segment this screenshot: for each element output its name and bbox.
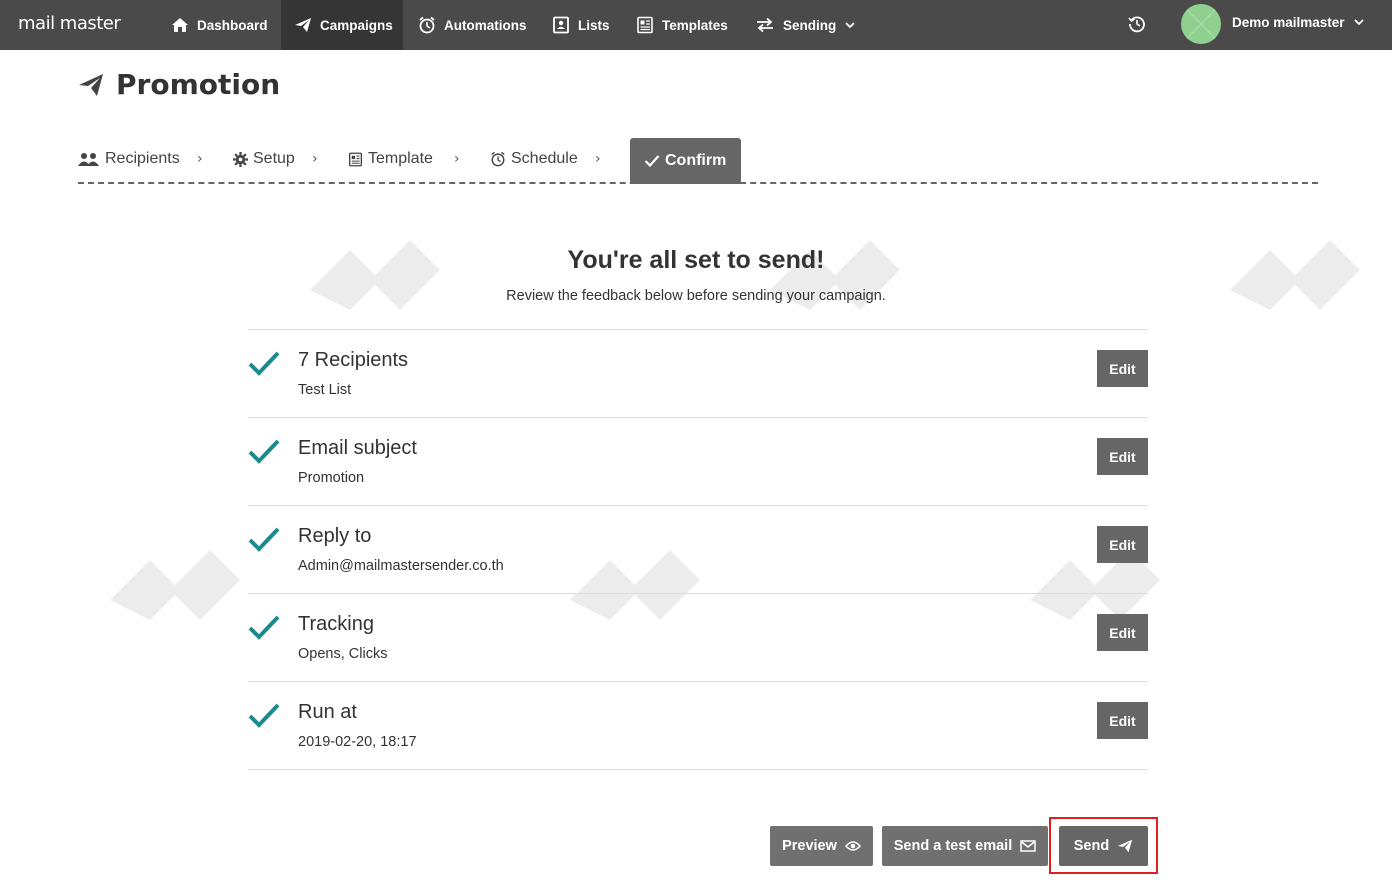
edit-tracking-button[interactable]: Edit — [1097, 614, 1148, 651]
send-test-email-button[interactable]: Send a test email — [882, 826, 1048, 866]
step-setup-label: Setup — [253, 150, 295, 167]
summary-list: 7 Recipients Test List Edit Email subjec… — [248, 329, 1148, 770]
nav-sending-label: Sending — [783, 17, 837, 33]
eye-icon — [844, 841, 861, 851]
paper-plane-icon — [295, 18, 311, 32]
nav-dashboard-label: Dashboard — [197, 17, 268, 33]
logo[interactable]: mail master — [18, 13, 121, 34]
campaign-steps: Recipients › Setup › Template › Schedule… — [78, 136, 1318, 184]
check-icon — [248, 351, 280, 376]
address-book-icon — [553, 16, 569, 34]
edit-subject-button[interactable]: Edit — [1097, 438, 1148, 475]
check-icon — [248, 615, 280, 640]
preview-button[interactable]: Preview — [770, 826, 873, 866]
nav-lists-label: Lists — [578, 17, 610, 33]
edit-schedule-button[interactable]: Edit — [1097, 702, 1148, 739]
step-recipients-label: Recipients — [105, 150, 180, 167]
paper-plane-icon — [79, 73, 103, 96]
step-schedule-label: Schedule — [511, 150, 578, 167]
step-schedule[interactable]: Schedule — [490, 136, 578, 182]
nav-campaigns-label: Campaigns — [320, 17, 393, 33]
summary-title: 7 Recipients — [298, 349, 409, 371]
chevron-right-icon: › — [595, 151, 601, 167]
chevron-down-icon — [845, 22, 855, 29]
nav-campaigns[interactable]: Campaigns — [281, 0, 403, 50]
check-icon — [248, 703, 280, 728]
users-icon — [78, 153, 99, 166]
top-navbar: mail master Dashboard Campaigns Automati… — [0, 0, 1392, 50]
list-item: Tracking Opens, Clicks Edit — [248, 594, 1148, 682]
list-item: Run at 2019-02-20, 18:17 Edit — [248, 682, 1148, 770]
newspaper-icon — [349, 152, 362, 166]
chevron-down-icon — [1353, 19, 1364, 26]
check-icon — [644, 155, 660, 168]
home-icon — [172, 18, 188, 32]
user-menu[interactable]: Demo mailmaster — [1232, 0, 1364, 44]
edit-reply-to-button[interactable]: Edit — [1097, 526, 1148, 563]
nav-templates-label: Templates — [662, 17, 728, 33]
nav-automations[interactable]: Automations — [418, 0, 527, 50]
step-template-label: Template — [368, 150, 433, 167]
summary-value: Promotion — [298, 470, 365, 486]
chevron-right-icon: › — [454, 151, 460, 167]
check-icon — [248, 439, 280, 464]
history-icon[interactable] — [1127, 14, 1147, 34]
chevron-right-icon: › — [197, 151, 203, 167]
step-template[interactable]: Template — [348, 136, 433, 182]
summary-value: Opens, Clicks — [298, 646, 388, 662]
chevron-right-icon: › — [312, 151, 318, 167]
send-test-email-label: Send a test email — [893, 838, 1013, 854]
summary-title: Reply to — [298, 525, 372, 547]
summary-title: Run at — [298, 701, 357, 723]
exchange-icon — [757, 17, 773, 33]
step-confirm-label: Confirm — [665, 152, 727, 169]
summary-value: 2019-02-20, 18:17 — [298, 734, 417, 750]
send-highlight-box — [1049, 817, 1158, 874]
summary-value: Test List — [298, 382, 352, 398]
page-header: Promotion — [78, 68, 280, 101]
summary-value: Admin@mailmastersender.co.th — [298, 558, 504, 574]
edit-recipients-button[interactable]: Edit — [1097, 350, 1148, 387]
nav-lists[interactable]: Lists — [552, 0, 610, 50]
confirm-subtitle: Review the feedback below before sending… — [506, 288, 886, 304]
envelope-icon — [1020, 840, 1036, 852]
summary-title: Tracking — [298, 613, 374, 635]
alarm-clock-icon — [419, 16, 435, 34]
check-icon — [248, 527, 280, 552]
step-setup[interactable]: Setup — [233, 136, 295, 182]
nav-templates[interactable]: Templates — [636, 0, 728, 50]
nav-dashboard[interactable]: Dashboard — [171, 0, 268, 50]
avatar-placeholder-icon — [1181, 4, 1221, 44]
list-item: Reply to Admin@mailmastersender.co.th Ed… — [248, 506, 1148, 594]
nav-sending[interactable]: Sending — [755, 0, 863, 50]
confirm-heading: You're all set to send! — [567, 246, 825, 274]
user-name: Demo mailmaster — [1232, 14, 1345, 30]
newspaper-icon — [637, 16, 653, 34]
list-item: 7 Recipients Test List Edit — [248, 330, 1148, 418]
summary-title: Email subject — [298, 437, 417, 459]
preview-button-label: Preview — [782, 838, 837, 854]
avatar[interactable] — [1181, 4, 1221, 44]
watermark-logo — [110, 550, 240, 620]
step-confirm[interactable]: Confirm — [630, 138, 741, 184]
alarm-clock-icon — [491, 151, 505, 167]
step-recipients[interactable]: Recipients — [78, 136, 180, 182]
nav-automations-label: Automations — [444, 17, 527, 33]
page-title: Promotion — [116, 68, 281, 101]
list-item: Email subject Promotion Edit — [248, 418, 1148, 506]
gear-icon — [233, 151, 248, 167]
